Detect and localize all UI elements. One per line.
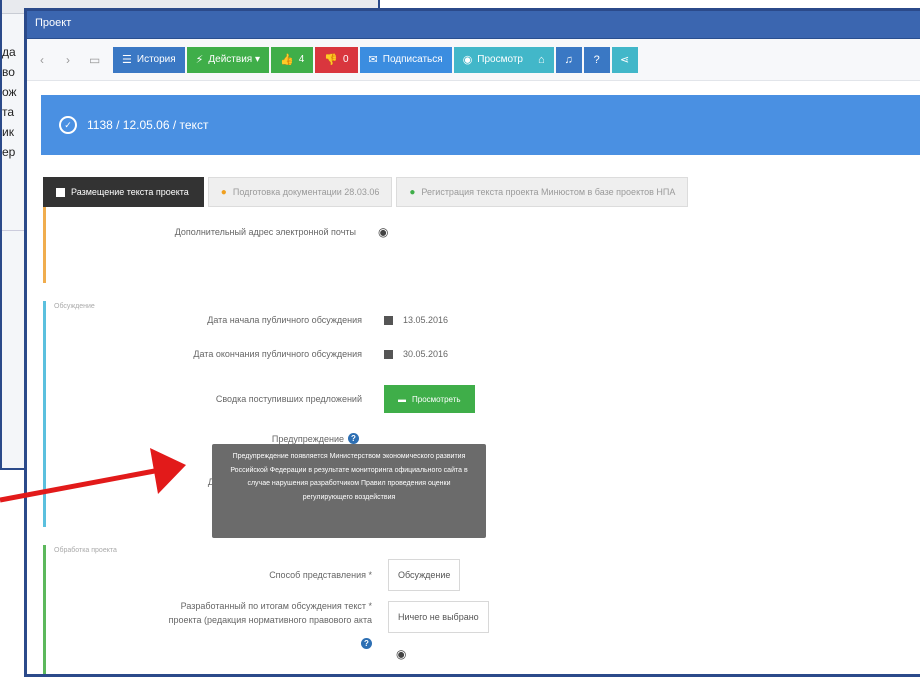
section-email: Дополнительный адрес электронной почты ◉	[43, 207, 920, 283]
view-button-label: Просмотр	[477, 54, 523, 65]
project-banner: ✓ 1138 / 12.05.06 / текст	[41, 95, 920, 155]
orange-dot-icon: ●	[220, 186, 227, 198]
subscribe-icon: ✉	[368, 54, 378, 66]
eye-icon[interactable]: ◉	[396, 647, 406, 661]
step-label: Подготовка документации 28.03.06	[232, 187, 380, 197]
presentation-method-label: Способ представления *	[269, 570, 372, 580]
presentation-method-select[interactable]: Обсуждение	[388, 559, 461, 591]
list-icon: ☰	[122, 54, 132, 66]
discussion-start-value: 13.05.2016	[403, 315, 449, 325]
view-proposals-button[interactable]: ▬ Просмотреть	[384, 385, 475, 413]
calendar-icon	[384, 315, 393, 325]
section-processing: Обработка проекта Способ представления *…	[43, 545, 920, 674]
lightning-icon: ⚡	[195, 54, 204, 66]
support-button[interactable]: ♫	[555, 46, 582, 73]
forward-icon[interactable]: ›	[63, 53, 73, 67]
eye-icon: ◉	[462, 54, 473, 66]
back-icon[interactable]: ‹	[37, 53, 47, 67]
green-dot-icon: ●	[409, 186, 416, 198]
view-button[interactable]: ◉ Просмотр ⌂	[453, 46, 554, 73]
check-circle-icon: ✓	[59, 116, 77, 134]
window-title: Проект	[35, 17, 72, 29]
discussion-end-value: 30.05.2016	[403, 349, 449, 359]
presentation-method-row: Способ представления * Обсуждение	[96, 559, 461, 591]
step-documentation[interactable]: ● Подготовка документации 28.03.06	[207, 177, 393, 207]
developed-text-label-line2: проекта (редакция нормативного правового…	[168, 615, 372, 625]
subscribe-button[interactable]: ✉ Подписаться	[359, 46, 452, 73]
window-titlebar: Проект	[27, 11, 920, 39]
subscribe-button-label: Подписаться	[382, 54, 443, 65]
checkbox-icon	[56, 187, 65, 197]
comment-icon: ▬	[398, 394, 406, 404]
extra-email-label: Дополнительный адрес электронной почты	[174, 227, 356, 237]
help-icon: ?	[593, 53, 600, 66]
stage-steps: Размещение текста проекта ● Подготовка д…	[43, 177, 920, 207]
warning-tooltip: Предупреждение появляется Министерством …	[212, 444, 486, 538]
project-window: Проект ‹ › ▭ ☰ История ⚡ Действия ▾ 👍 4 …	[24, 8, 920, 677]
warning-label: Предупреждение	[271, 433, 344, 444]
discussion-start-label: Дата начала публичного обсуждения	[207, 315, 362, 325]
step-text-placement[interactable]: Размещение текста проекта	[43, 177, 204, 207]
warning-row: Предупреждение ?	[96, 433, 359, 444]
thumbs-up-icon: 👍	[280, 54, 294, 66]
tooltip-text: Предупреждение появляется Министерством …	[230, 453, 468, 501]
discussion-start-row: Дата начала публичного обсуждения 13.05.…	[96, 315, 448, 325]
actions-button-label: Действия ▾	[208, 54, 261, 65]
step-label: Размещение текста проекта	[71, 187, 189, 197]
hidden-row-label: Д	[207, 477, 214, 487]
dislike-count: 0	[342, 54, 349, 65]
home-icon: ⌂	[537, 53, 545, 66]
history-button[interactable]: ☰ История	[113, 46, 185, 73]
step-registration[interactable]: ● Регистрация текста проекта Минюстом в …	[396, 177, 689, 207]
toolbar: ‹ › ▭ ☰ История ⚡ Действия ▾ 👍 4 👎 0 ✉ П…	[27, 39, 920, 81]
nav-buttons: ‹ › ▭	[37, 53, 100, 67]
share-icon: ⋖	[620, 54, 630, 66]
section-title: Обработка проекта	[54, 547, 117, 554]
calendar-icon	[384, 349, 393, 359]
like-button[interactable]: 👍 4	[271, 46, 314, 73]
thumbs-down-icon: 👎	[324, 54, 338, 66]
proposals-summary-label: Сводка поступивших предложений	[215, 394, 362, 404]
headset-icon: ♫	[564, 53, 573, 66]
help-icon[interactable]: ?	[348, 433, 359, 444]
discussion-end-label: Дата окончания публичного обсуждения	[193, 349, 362, 359]
developed-text-row: Разработанный по итогам обсуждения текст…	[96, 601, 489, 663]
banner-text: 1138 / 12.05.06 / текст	[87, 118, 209, 132]
hidden-row: Д	[96, 477, 214, 487]
discussion-end-row: Дата окончания публичного обсуждения 30.…	[96, 349, 448, 359]
step-label: Регистрация текста проекта Минюстом в ба…	[421, 187, 676, 197]
help-button[interactable]: ?	[583, 46, 610, 73]
print-icon[interactable]: ▭	[89, 53, 100, 67]
proposals-summary-row: Сводка поступивших предложений ▬ Просмот…	[96, 385, 475, 413]
like-count: 4	[298, 54, 305, 65]
actions-button[interactable]: ⚡ Действия ▾	[186, 46, 270, 73]
view-proposals-label: Просмотреть	[412, 394, 461, 404]
share-button[interactable]: ⋖	[611, 46, 638, 73]
dislike-button[interactable]: 👎 0	[315, 46, 358, 73]
history-button-label: История	[136, 54, 176, 65]
extra-email-row: Дополнительный адрес электронной почты ◉	[96, 225, 389, 239]
developed-text-controls: Ничего не выбрано ◉	[388, 601, 489, 663]
help-icon[interactable]: ?	[361, 638, 372, 649]
section-title: Обсуждение	[54, 303, 95, 310]
developed-text-select[interactable]: Ничего не выбрано	[388, 601, 489, 633]
developed-text-label: Разработанный по итогам обсуждения текст…	[180, 601, 372, 611]
eye-icon[interactable]: ◉	[378, 225, 388, 239]
developed-text-label-block: Разработанный по итогам обсуждения текст…	[96, 601, 372, 651]
